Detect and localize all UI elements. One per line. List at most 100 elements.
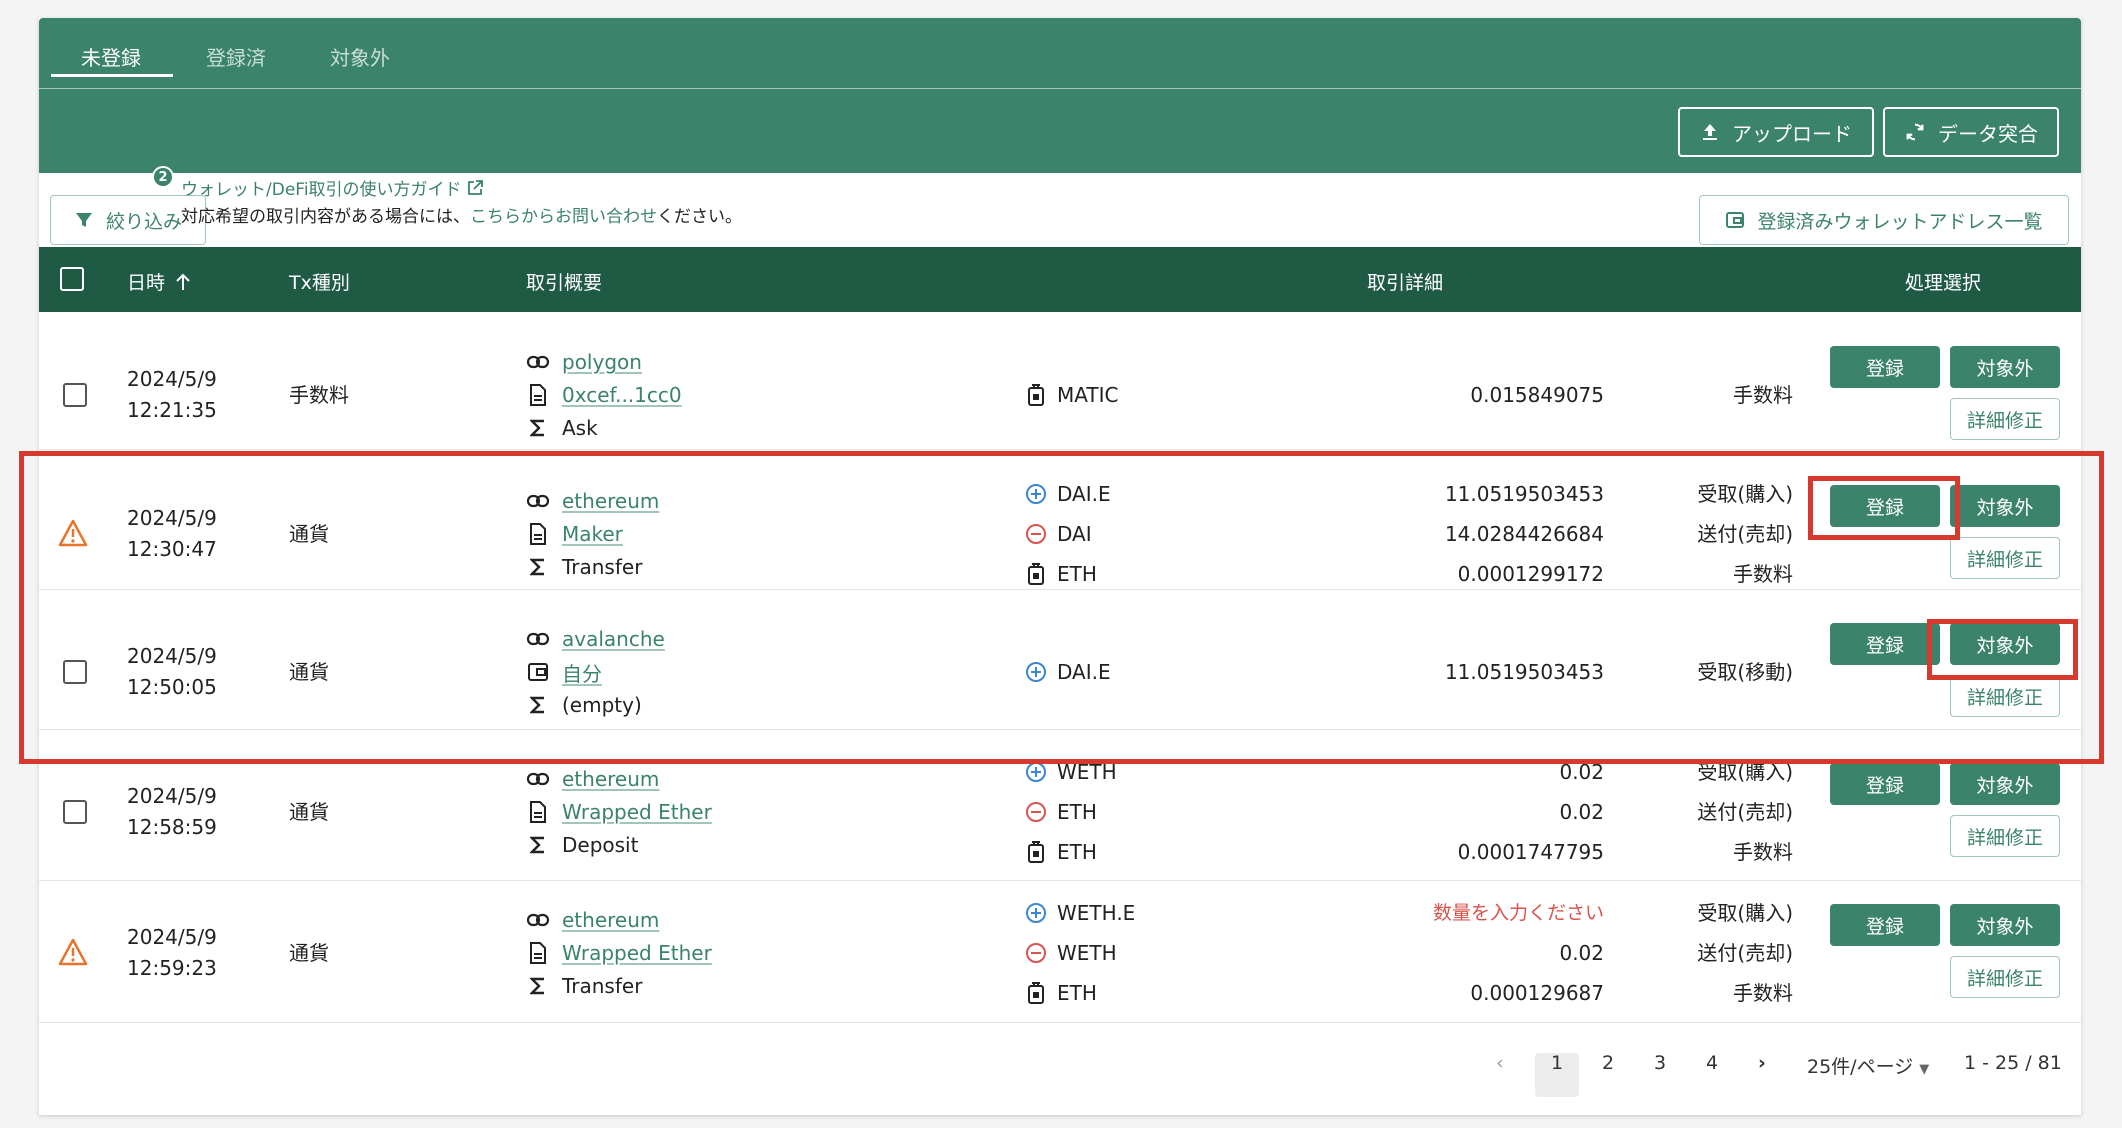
edit-details-button[interactable]: 詳細修正 xyxy=(1950,675,2060,717)
per-page-select[interactable]: 25件/ページ ▼ xyxy=(1807,1052,1929,1079)
summary-contract: Wrapped Ether xyxy=(526,798,712,826)
summary-contract: 自分 xyxy=(526,658,602,686)
summary-chain: ethereum xyxy=(526,765,659,793)
card-header: 未登録 登録済 対象外 アップロード データ突合 xyxy=(39,18,2081,173)
row-datetime: 2024/5/9 12:30:47 xyxy=(127,503,217,565)
fee-icon xyxy=(1023,384,1049,406)
chain-link[interactable]: ethereum xyxy=(562,489,659,513)
detail-token: ETH xyxy=(1023,838,1097,866)
notice-suffix: ください。 xyxy=(657,207,742,227)
row-tx-type: 通貨 xyxy=(289,941,329,965)
contact-notice: 対応希望の取引内容がある場合には、こちらからお問い合わせください。 xyxy=(181,202,742,227)
datetime-column-header[interactable]: 日時 xyxy=(127,268,191,295)
plus-icon xyxy=(1023,483,1049,505)
row-time: 12:59:23 xyxy=(127,956,217,980)
fee-icon xyxy=(1023,841,1049,863)
contract-link[interactable]: Maker xyxy=(562,522,623,546)
contract-link[interactable]: Wrapped Ether xyxy=(562,800,712,824)
row-datetime: 2024/5/9 12:21:35 xyxy=(127,364,217,426)
register-button[interactable]: 登録 xyxy=(1830,485,1940,527)
table-row: 2024/5/9 12:30:47 通貨 ethereum Maker Trans… xyxy=(39,451,2081,590)
detail-kind: 手数料 xyxy=(1733,840,1793,864)
chain-link[interactable]: ethereum xyxy=(562,908,659,932)
summary-method: Deposit xyxy=(526,831,638,859)
edit-details-button[interactable]: 詳細修正 xyxy=(1950,537,2060,579)
exclude-button[interactable]: 対象外 xyxy=(1950,904,2060,946)
detail-token: WETH xyxy=(1023,939,1117,967)
row-checkbox[interactable] xyxy=(63,660,87,684)
filter-icon xyxy=(75,213,92,227)
fee-icon xyxy=(1023,982,1049,1004)
exclude-button[interactable]: 対象外 xyxy=(1950,346,2060,388)
tab-excluded[interactable]: 対象外 xyxy=(330,42,390,71)
page-3-button[interactable]: 3 xyxy=(1654,1052,1666,1074)
detail-amount: 0.015849075 xyxy=(1470,383,1604,407)
link-icon xyxy=(526,631,550,647)
method-text: Deposit xyxy=(562,833,639,857)
detail-token: ETH xyxy=(1023,560,1097,588)
register-button[interactable]: 登録 xyxy=(1830,623,1940,665)
detail-kind: 手数料 xyxy=(1733,981,1793,1005)
upload-button[interactable]: アップロード xyxy=(1678,107,1874,157)
detail-token: MATIC xyxy=(1023,381,1118,409)
page-range: 1 - 25 / 81 xyxy=(1964,1052,2062,1074)
notice-prefix: 対応希望の取引内容がある場合には、 xyxy=(181,207,470,227)
tab-divider xyxy=(39,88,2081,89)
contract-link[interactable]: 0xcef...1cc0 xyxy=(562,383,682,407)
detail-kind: 手数料 xyxy=(1733,383,1793,407)
detail-amount: 0.02 xyxy=(1559,941,1604,965)
register-button[interactable]: 登録 xyxy=(1830,346,1940,388)
page-2-button[interactable]: 2 xyxy=(1602,1052,1614,1074)
edit-details-button[interactable]: 詳細修正 xyxy=(1950,815,2060,857)
row-datetime: 2024/5/9 12:59:23 xyxy=(127,922,217,984)
filter-count-badge: 2 xyxy=(152,166,174,188)
chain-link[interactable]: ethereum xyxy=(562,767,659,791)
page-1-button[interactable]: 1 xyxy=(1551,1052,1563,1074)
sigma-icon xyxy=(526,977,550,995)
detail-amount: 11.0519503453 xyxy=(1444,482,1604,506)
exclude-button[interactable]: 対象外 xyxy=(1950,485,2060,527)
tab-registered[interactable]: 登録済 xyxy=(206,42,266,71)
detail-amount: 0.000129687 xyxy=(1470,981,1604,1005)
sigma-icon xyxy=(526,696,550,714)
token-symbol: ETH xyxy=(1057,800,1097,824)
link-icon xyxy=(526,354,550,370)
method-text: (empty) xyxy=(562,693,642,717)
register-button[interactable]: 登録 xyxy=(1830,904,1940,946)
detail-token: DAI.E xyxy=(1023,480,1111,508)
plus-icon xyxy=(1023,661,1049,683)
select-all-checkbox[interactable] xyxy=(60,267,84,291)
token-symbol: DAI.E xyxy=(1057,660,1111,684)
guide-link[interactable]: ウォレット/DeFi取引の使い方ガイド xyxy=(181,175,484,200)
page-4-button[interactable]: 4 xyxy=(1706,1052,1718,1074)
row-checkbox[interactable] xyxy=(63,800,87,824)
exclude-button[interactable]: 対象外 xyxy=(1950,623,2060,665)
document-icon xyxy=(526,801,550,823)
detail-token: WETH.E xyxy=(1023,899,1135,927)
register-button[interactable]: 登録 xyxy=(1830,763,1940,805)
row-datetime: 2024/5/9 12:58:59 xyxy=(127,781,217,843)
contact-link[interactable]: こちらからお問い合わせ xyxy=(470,207,657,227)
contract-link[interactable]: 自分 xyxy=(562,658,602,687)
detail-amount: 11.0519503453 xyxy=(1444,660,1604,684)
tab-unregistered[interactable]: 未登録 xyxy=(81,42,141,71)
row-time: 12:30:47 xyxy=(127,537,217,561)
exclude-button[interactable]: 対象外 xyxy=(1950,763,2060,805)
summary-method: Transfer xyxy=(526,972,642,1000)
summary-method: (empty) xyxy=(526,691,642,719)
row-checkbox[interactable] xyxy=(63,383,87,407)
wallet-list-button[interactable]: 登録済みウォレットアドレス一覧 xyxy=(1699,195,2069,245)
detail-kind: 送付(売却) xyxy=(1697,941,1793,965)
contract-link[interactable]: Wrapped Ether xyxy=(562,941,712,965)
next-page-button[interactable]: › xyxy=(1758,1052,1766,1074)
edit-details-button[interactable]: 詳細修正 xyxy=(1950,956,2060,998)
chain-link[interactable]: polygon xyxy=(562,350,642,374)
tx-type-column-header: Tx種別 xyxy=(289,272,350,294)
chain-link[interactable]: avalanche xyxy=(562,627,665,651)
reconcile-button[interactable]: データ突合 xyxy=(1883,107,2059,157)
edit-details-button[interactable]: 詳細修正 xyxy=(1950,398,2060,440)
per-page-value: 25件/ページ xyxy=(1807,1056,1914,1078)
row-time: 12:58:59 xyxy=(127,815,217,839)
prev-page-button[interactable]: ‹ xyxy=(1496,1052,1504,1074)
row-date: 2024/5/9 xyxy=(127,644,217,668)
